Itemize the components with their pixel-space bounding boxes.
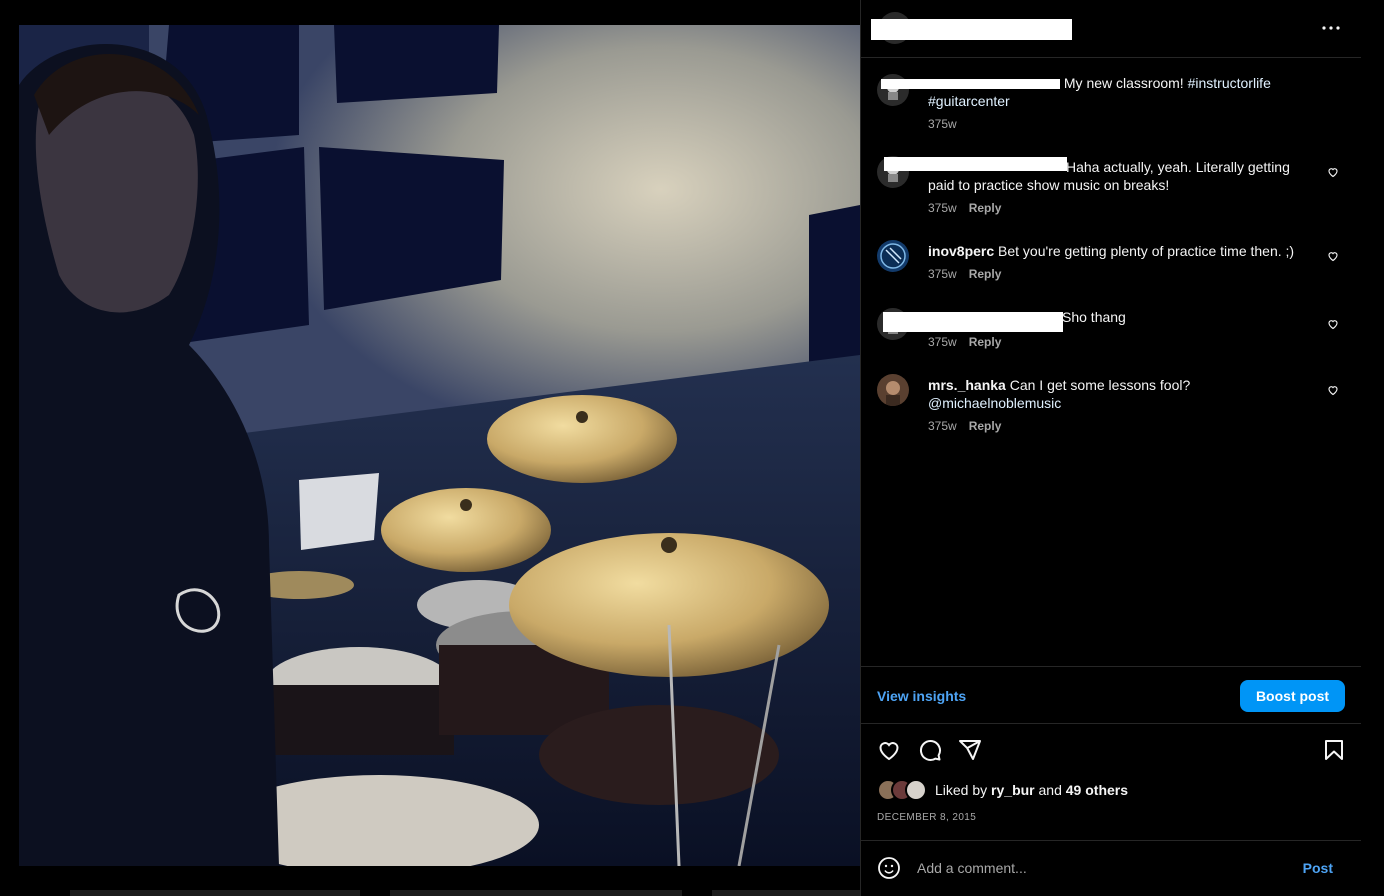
comment-text: Haha actually, yeah. Literally getting p… xyxy=(928,158,1320,194)
boost-post-button[interactable]: Boost post xyxy=(1240,680,1345,712)
reply-button[interactable]: Reply xyxy=(969,419,1002,433)
redacted-username xyxy=(871,19,1072,40)
user-avatar-icon xyxy=(886,381,900,406)
emoji-icon[interactable] xyxy=(877,856,901,880)
comment-body: Bet you're getting plenty of practice ti… xyxy=(994,243,1295,259)
caption-text: My new classroom! #instructorlife #guita… xyxy=(928,74,1320,110)
timestamp: 375w xyxy=(928,419,957,433)
more-horizontal-icon[interactable] xyxy=(1319,18,1343,38)
comment-text: mrs._hanka Can I get some lessons fool? … xyxy=(928,376,1320,412)
avatar[interactable] xyxy=(877,240,909,272)
comment-icon[interactable] xyxy=(918,738,942,762)
comment-username[interactable]: mrs._hanka xyxy=(928,377,1006,393)
like-comment-heart-icon[interactable] xyxy=(1327,318,1339,330)
likes-text: Liked by ry_bur and 49 others xyxy=(935,782,1128,798)
action-bar xyxy=(861,736,1361,766)
heart-icon[interactable] xyxy=(877,738,901,762)
mention-link[interactable]: @michaelnoblemusic xyxy=(928,395,1061,411)
likes-middle: and xyxy=(1034,782,1066,798)
reply-button[interactable]: Reply xyxy=(969,267,1002,281)
add-comment-bar: Post xyxy=(861,840,1361,896)
like-comment-heart-icon[interactable] xyxy=(1327,250,1339,262)
liked-by-username[interactable]: ry_bur xyxy=(991,782,1035,798)
comment-body: Haha actually, yeah. Literally getting p… xyxy=(928,159,1290,193)
like-comment-heart-icon[interactable] xyxy=(1327,166,1339,178)
reply-button[interactable]: Reply xyxy=(969,201,1002,215)
thumbnail-strip xyxy=(70,890,360,896)
timestamp: 375w xyxy=(928,335,957,349)
thumbnail-strip xyxy=(390,890,682,896)
comment-body: Sho thang xyxy=(1062,309,1126,325)
insights-bar: View insights Boost post xyxy=(861,666,1361,724)
bookmark-icon[interactable] xyxy=(1322,738,1346,762)
post-image xyxy=(19,25,860,866)
post-sidebar: My new classroom! #instructorlife #guita… xyxy=(860,0,1361,896)
post-header xyxy=(861,0,1361,58)
hashtag-link[interactable]: #guitarcenter xyxy=(928,93,1010,109)
post-comment-button[interactable]: Post xyxy=(1303,860,1333,876)
hashtag-link[interactable]: #instructorlife xyxy=(1188,75,1271,91)
comment-meta: 375w xyxy=(928,117,957,131)
likes-prefix: Liked by xyxy=(935,782,992,798)
view-insights-link[interactable]: View insights xyxy=(877,688,966,704)
share-icon[interactable] xyxy=(958,738,982,762)
post-date[interactable]: DECEMBER 8, 2015 xyxy=(877,812,976,823)
timestamp: 375w xyxy=(928,267,957,281)
avatar[interactable] xyxy=(905,779,927,801)
comment-meta: 375w Reply xyxy=(928,201,1001,215)
comment-text: Sho thang xyxy=(928,308,1320,326)
comment-username[interactable]: inov8perc xyxy=(928,243,994,259)
like-comment-heart-icon[interactable] xyxy=(1327,384,1339,396)
likes-count-link[interactable]: 49 others xyxy=(1066,782,1128,798)
comment-text: inov8perc Bet you're getting plenty of p… xyxy=(928,242,1320,260)
post-photo[interactable] xyxy=(19,25,860,866)
reply-button[interactable]: Reply xyxy=(969,335,1002,349)
avatar[interactable] xyxy=(877,374,909,406)
comment-meta: 375w Reply xyxy=(928,419,1001,433)
comment-meta: 375w Reply xyxy=(928,267,1001,281)
user-avatar-icon xyxy=(880,243,906,269)
add-comment-input[interactable] xyxy=(917,857,1287,879)
likes-summary: Liked by ry_bur and 49 others xyxy=(877,779,1347,801)
caption-body: My new classroom! xyxy=(1060,75,1188,91)
timestamp: 375w xyxy=(928,201,957,215)
timestamp: 375w xyxy=(928,117,957,131)
comment-meta: 375w Reply xyxy=(928,335,1001,349)
comment-body: Can I get some lessons fool? xyxy=(1005,377,1191,393)
